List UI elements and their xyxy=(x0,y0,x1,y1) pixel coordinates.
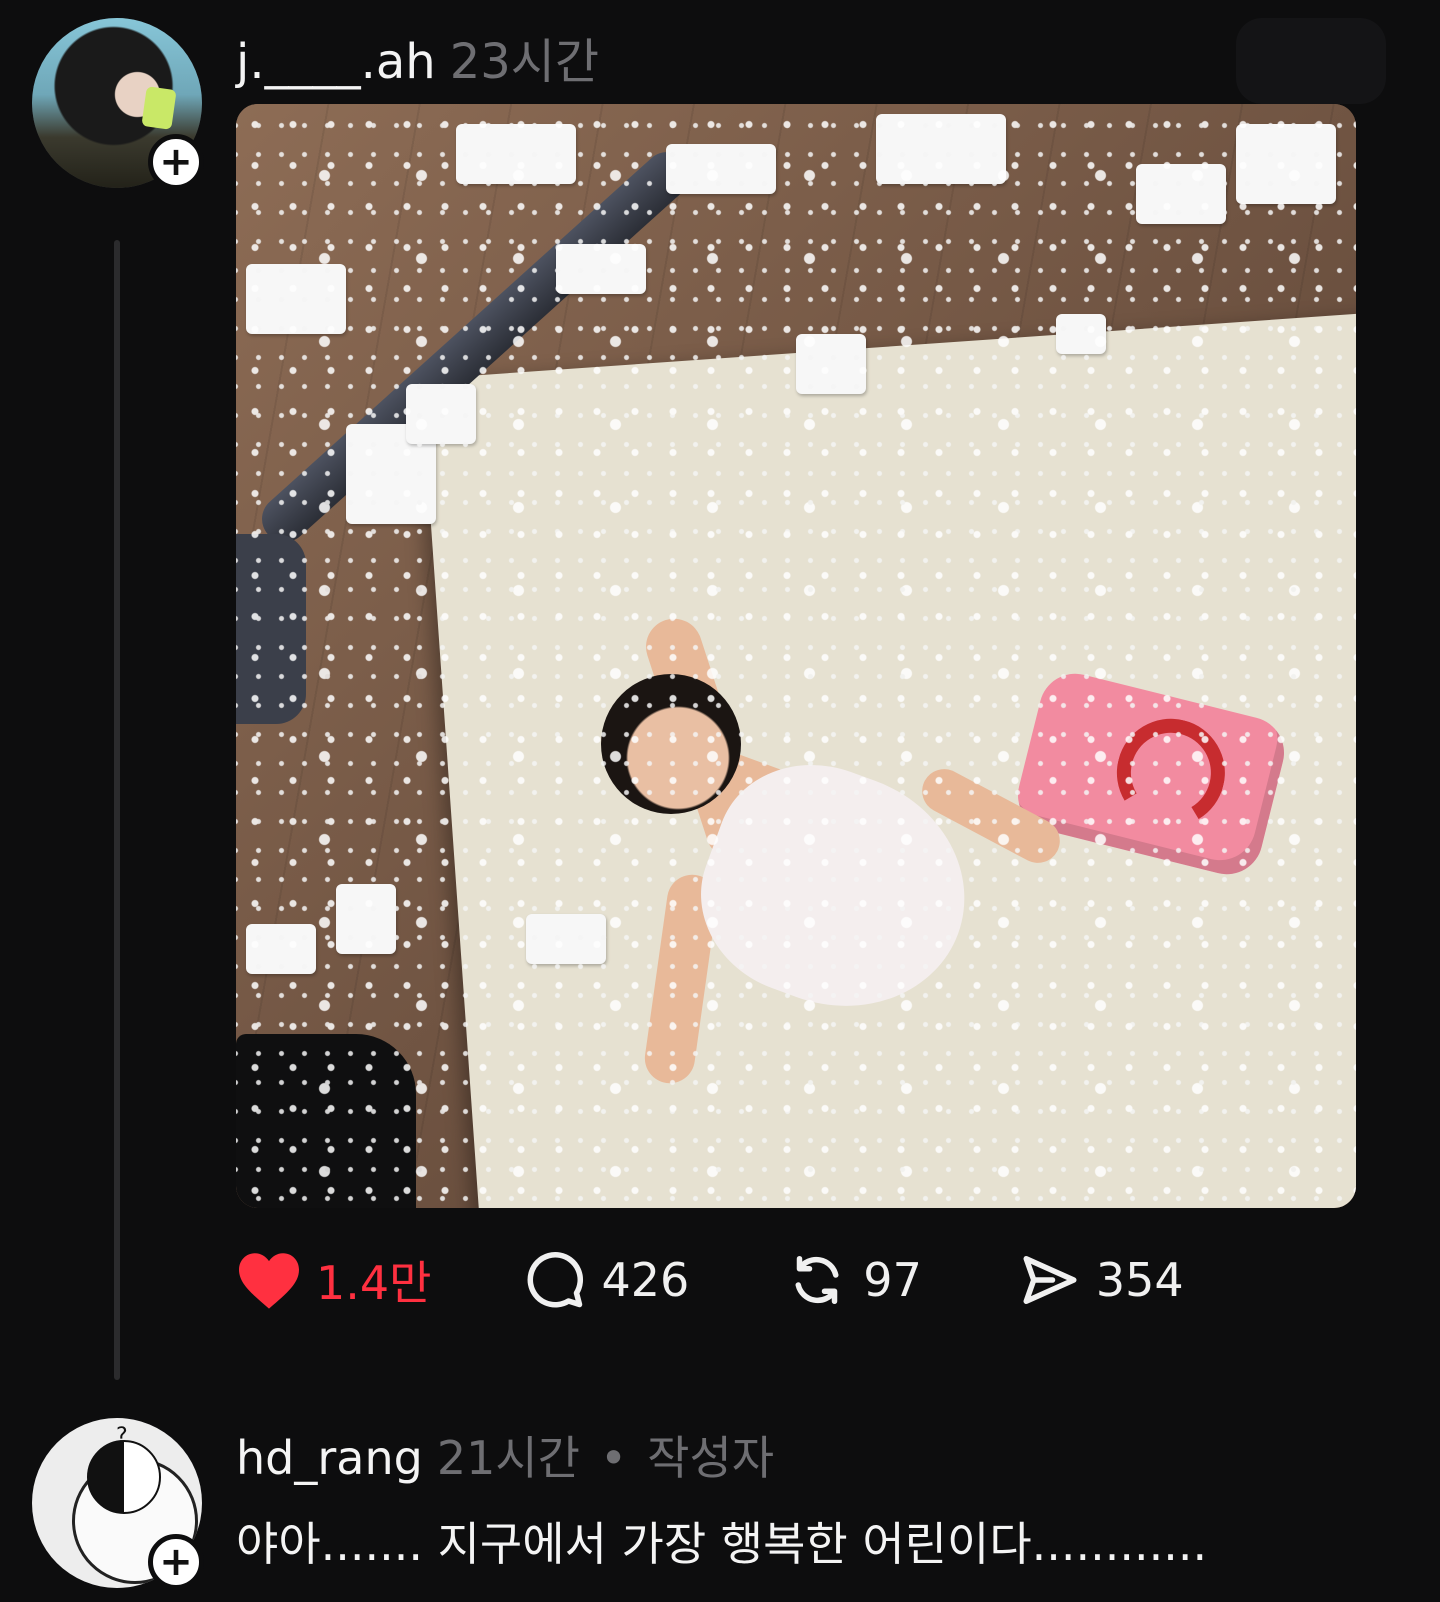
avatar-question-mark: ? xyxy=(116,1424,128,1449)
share-button[interactable]: 354 xyxy=(1018,1250,1184,1310)
reply-separator: • xyxy=(600,1431,628,1485)
post-username[interactable]: j.____.ah xyxy=(236,34,436,90)
repost-count: 97 xyxy=(863,1253,922,1307)
post-header: j.____.ah 23시간 xyxy=(236,22,599,92)
photo-foam-beads xyxy=(236,104,1356,1208)
repost-button[interactable]: 97 xyxy=(785,1250,922,1310)
author-tag: 작성자 xyxy=(647,1431,775,1485)
like-button[interactable]: 1.4만 xyxy=(236,1247,431,1313)
reply-text: 야아....... 지구에서 가장 행복한 어린이다............ xyxy=(236,1517,1208,1571)
avatar-phone-detail xyxy=(141,86,177,130)
avatar-yinyang xyxy=(87,1440,161,1514)
post-action-bar: 1.4만 426 97 354 xyxy=(236,1250,1184,1310)
comment-button[interactable]: 426 xyxy=(523,1250,689,1310)
reply-username[interactable]: hd_rang xyxy=(236,1431,423,1485)
thread-line xyxy=(114,240,120,1380)
post-time: 23시간 xyxy=(449,34,600,90)
more-options-button[interactable] xyxy=(1236,18,1386,104)
repost-icon xyxy=(795,1256,839,1304)
comment-icon xyxy=(528,1252,584,1308)
share-count: 354 xyxy=(1095,1253,1184,1307)
follow-plus-icon[interactable]: + xyxy=(148,1534,204,1590)
share-icon xyxy=(1023,1256,1077,1304)
reply-header: hd_rang 21시간 • 작성자 xyxy=(236,1422,774,1488)
comment-count: 426 xyxy=(601,1253,690,1307)
like-count: 1.4만 xyxy=(316,1256,432,1310)
follow-plus-icon[interactable]: + xyxy=(148,134,204,190)
post-image[interactable] xyxy=(236,104,1356,1208)
heart-icon xyxy=(239,1253,299,1309)
reply-time: 21시간 xyxy=(436,1431,580,1485)
